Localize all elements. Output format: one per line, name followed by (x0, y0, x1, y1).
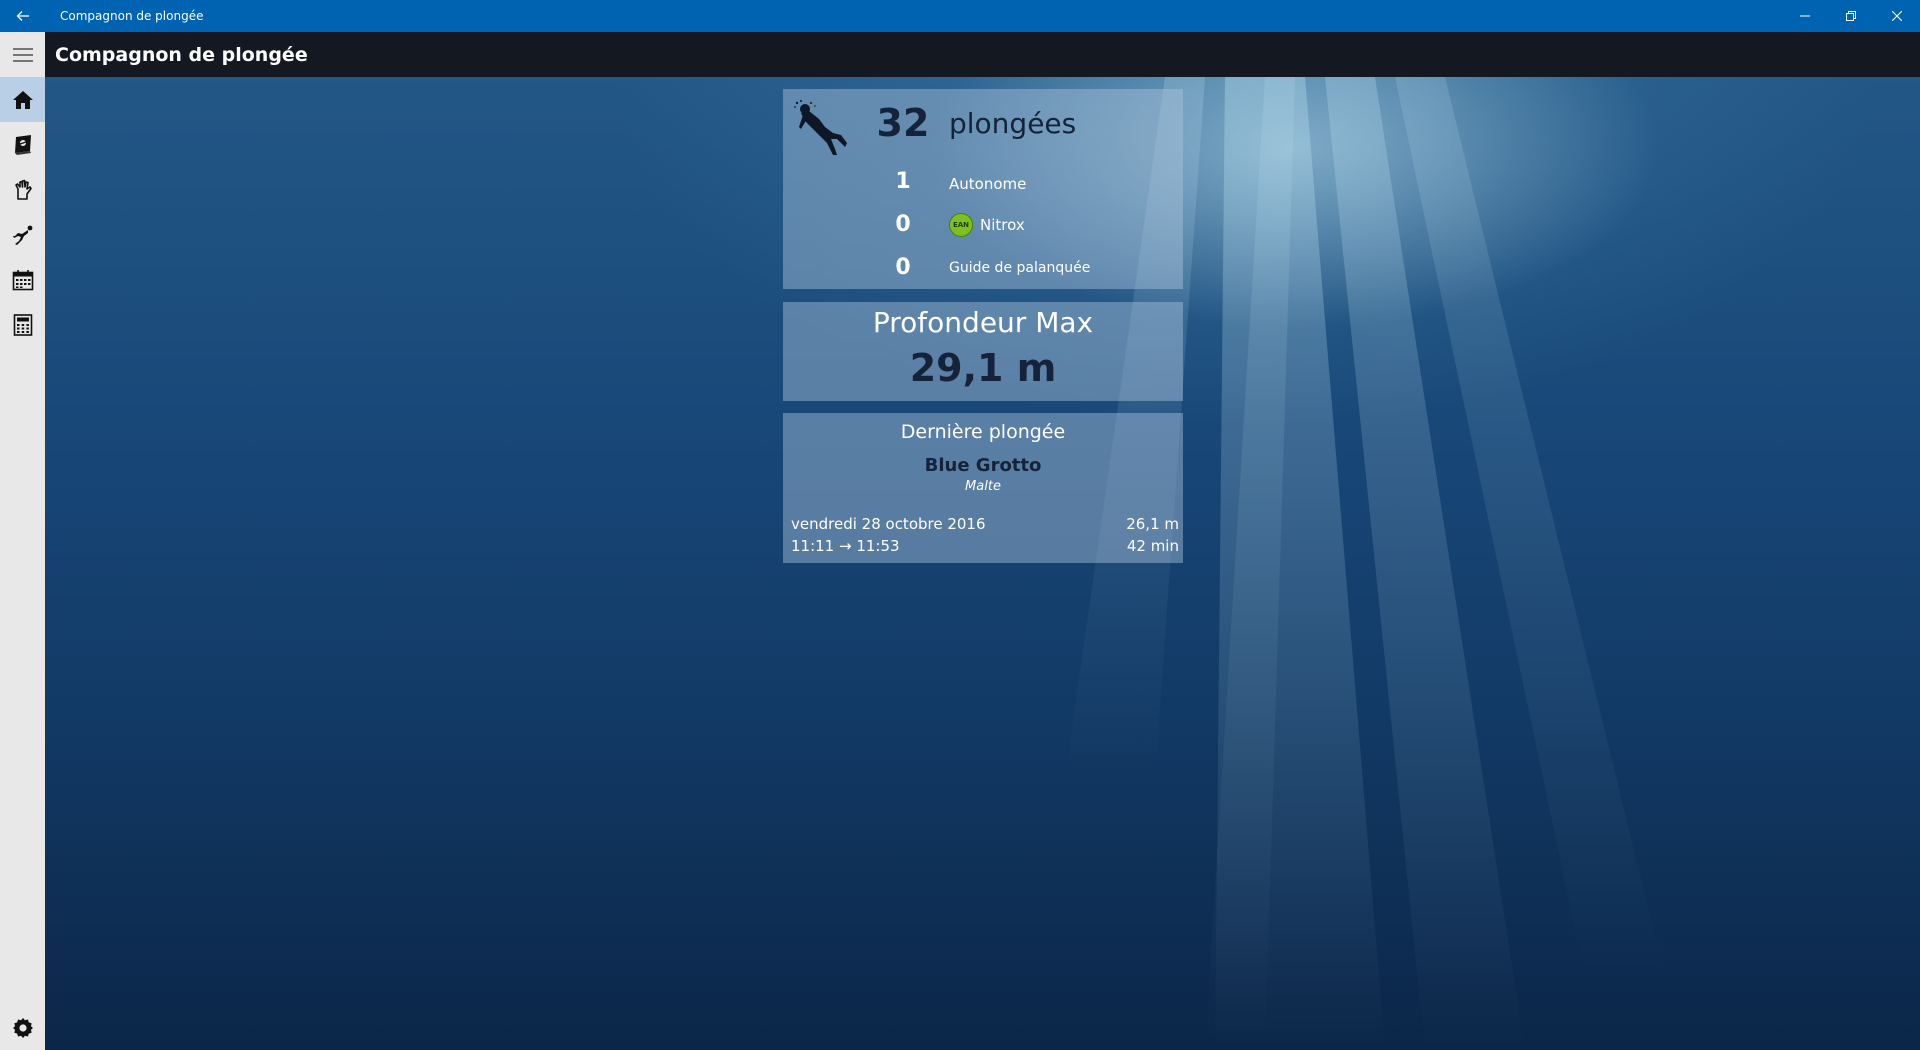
hand-icon (14, 179, 32, 200)
calculator-icon (13, 313, 32, 336)
hamburger-menu-button[interactable] (0, 32, 45, 77)
back-button[interactable] (0, 0, 46, 32)
max-depth-value: 29,1 m (909, 346, 1057, 390)
window-titlebar: Compagnon de plongée (0, 0, 1920, 32)
page-title: Compagnon de plongée (55, 43, 308, 66)
guide-label: Guide de palanquée (949, 260, 1091, 276)
sidebar-item-calendar[interactable] (0, 257, 45, 302)
restore-button[interactable] (1828, 0, 1874, 32)
calendar-icon (12, 269, 33, 290)
dive-stats-card[interactable]: 32 plongées 1 Autonome 0 EAN Nitrox 0 Gu… (783, 89, 1183, 289)
restore-icon (1846, 11, 1856, 21)
sidebar-item-home[interactable] (0, 77, 45, 122)
scuba-diver-icon (794, 100, 847, 155)
last-dive-card[interactable]: Dernière plongée Blue Grotto Malte vendr… (783, 413, 1183, 563)
ean-nitrox-badge-icon: EAN (949, 213, 973, 237)
minimize-button[interactable] (1782, 0, 1828, 32)
nitrox-count: 0 (895, 212, 911, 237)
last-dive-depth: 26,1 m (1126, 515, 1179, 533)
sidebar-nav (0, 77, 45, 1050)
last-dive-duration: 42 min (1126, 537, 1179, 555)
sidebar-item-calculator[interactable] (0, 302, 45, 347)
total-dives-count: 32 (876, 101, 930, 145)
hamburger-icon (12, 47, 33, 62)
autonomous-count: 1 (895, 169, 911, 194)
home-icon (12, 90, 33, 109)
close-icon (1892, 11, 1902, 21)
last-dive-site: Blue Grotto (924, 455, 1042, 476)
nitrox-label: Nitrox (980, 216, 1025, 234)
diver-icon (12, 225, 32, 245)
sidebar-item-logbook[interactable] (0, 122, 45, 167)
logbook-icon (14, 134, 31, 155)
sidebar-item-gestures[interactable] (0, 167, 45, 212)
settings-button[interactable] (0, 1005, 45, 1050)
minimize-icon (1800, 15, 1810, 17)
max-depth-title: Profondeur Max (872, 306, 1094, 339)
window-title: Compagnon de plongée (60, 9, 204, 23)
close-button[interactable] (1874, 0, 1920, 32)
app-header: Compagnon de plongée (0, 32, 1920, 77)
gear-icon (12, 1017, 33, 1038)
total-dives-label: plongées (949, 107, 1077, 140)
guide-count: 0 (895, 255, 911, 280)
last-dive-date: vendredi 28 octobre 2016 (791, 515, 986, 533)
sidebar-item-dives[interactable] (0, 212, 45, 257)
autonomous-label: Autonome (949, 175, 1027, 193)
last-dive-country: Malte (965, 479, 1001, 494)
last-dive-time-range: 11:11 → 11:53 (791, 537, 900, 555)
last-dive-title: Dernière plongée (900, 421, 1066, 443)
max-depth-card[interactable]: Profondeur Max 29,1 m (783, 302, 1183, 401)
back-arrow-icon (16, 11, 29, 21)
